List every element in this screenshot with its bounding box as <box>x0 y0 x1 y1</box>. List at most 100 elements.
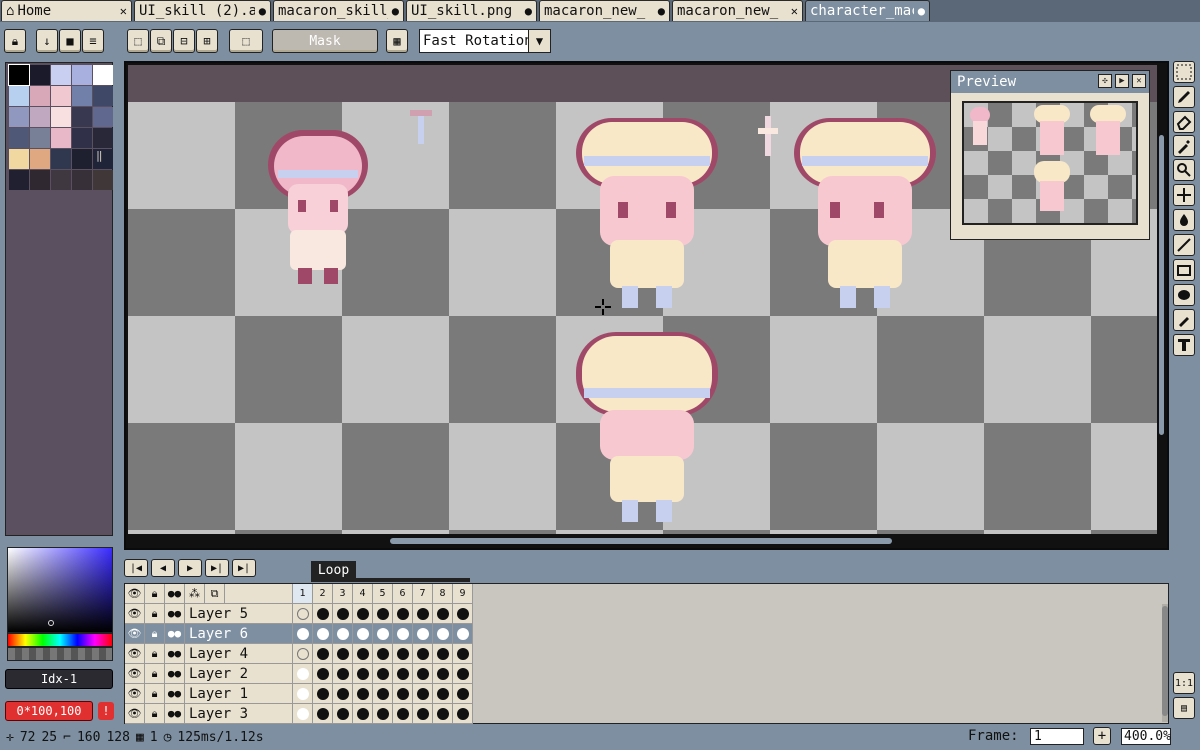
cel[interactable] <box>333 644 353 664</box>
palette-swatch[interactable] <box>9 86 29 106</box>
tab-modified-icon[interactable]: ● <box>259 4 266 18</box>
cel[interactable] <box>433 684 453 704</box>
blur-tool[interactable] <box>1173 309 1195 331</box>
canvas-vertical-scrollbar[interactable] <box>1157 65 1166 546</box>
preview-window[interactable]: Preview ✣ ▶ ✕ <box>950 70 1150 240</box>
cel[interactable] <box>373 624 393 644</box>
cel[interactable] <box>353 604 373 624</box>
frame-header-1[interactable]: 1 <box>293 584 313 604</box>
frame-header-5[interactable]: 5 <box>373 584 393 604</box>
eyedropper-tool[interactable] <box>1173 135 1195 157</box>
cel[interactable] <box>293 604 313 624</box>
eraser-tool[interactable] <box>1173 111 1195 133</box>
cel[interactable] <box>313 664 333 684</box>
tab-7[interactable]: character_mac ● <box>805 0 930 21</box>
cel[interactable] <box>313 604 333 624</box>
cel[interactable] <box>373 664 393 684</box>
cel[interactable] <box>353 664 373 684</box>
preview-close-icon[interactable]: ✕ <box>1132 74 1146 88</box>
continuous-icon[interactable]: ●● <box>165 644 185 664</box>
cel[interactable] <box>333 684 353 704</box>
cel[interactable] <box>413 704 433 724</box>
cel[interactable] <box>293 624 313 644</box>
tab-modified-icon[interactable]: ● <box>658 4 665 18</box>
prev-frame-button[interactable]: ◀ <box>151 559 175 577</box>
layer-row[interactable]: 👁︎ 🔒︎ ●● Layer 1 <box>125 684 473 704</box>
palette-swatch[interactable] <box>9 107 29 127</box>
cel[interactable] <box>313 624 333 644</box>
tab-modified-icon[interactable]: ● <box>392 4 399 18</box>
pixel-perfect-button[interactable]: ⬚ <box>229 29 263 53</box>
cel[interactable] <box>313 704 333 724</box>
tab-close-icon[interactable]: ✕ <box>791 4 798 18</box>
cel[interactable] <box>413 644 433 664</box>
ratio-button[interactable]: 1:1 <box>1173 672 1195 694</box>
eye-icon[interactable]: 👁︎ <box>125 684 145 704</box>
layer-row[interactable]: 👁︎ 🔒︎ ●● Layer 5 <box>125 604 473 624</box>
cel[interactable] <box>313 644 333 664</box>
play-button[interactable]: ▶ <box>178 559 202 577</box>
cel[interactable] <box>393 624 413 644</box>
hue-slider[interactable] <box>7 633 113 647</box>
loop-range-bar[interactable] <box>311 578 470 582</box>
zoom-input[interactable]: 400.0% <box>1121 728 1171 745</box>
timeline-menu-button[interactable]: ▤ <box>1173 697 1195 719</box>
marquee-tool[interactable] <box>1173 61 1195 83</box>
frame-header-8[interactable]: 8 <box>433 584 453 604</box>
cel[interactable] <box>453 664 473 684</box>
cel[interactable] <box>413 684 433 704</box>
cel[interactable] <box>413 604 433 624</box>
paint-bucket-tool[interactable] <box>1173 209 1195 231</box>
eye-icon[interactable]: 👁︎ <box>125 664 145 684</box>
palette-swatch[interactable] <box>72 86 92 106</box>
first-frame-button[interactable]: |◀ <box>124 559 148 577</box>
timeline-scroll-thumb[interactable] <box>1162 606 1168 716</box>
tab-1[interactable]: ⌂ Home ✕ <box>1 0 132 21</box>
mask-button[interactable]: Mask <box>272 29 378 53</box>
cel[interactable] <box>433 624 453 644</box>
cel[interactable] <box>393 684 413 704</box>
preview-canvas[interactable] <box>962 101 1138 225</box>
tab-close-icon[interactable]: ✕ <box>120 4 127 18</box>
layer-row[interactable]: 👁︎ 🔒︎ ●● Layer 3 <box>125 704 473 724</box>
lock-header-icon[interactable]: 🔒︎ <box>145 584 165 604</box>
layer-row[interactable]: 👁︎ 🔒︎ ●● Layer 2 <box>125 664 473 684</box>
preview-title-bar[interactable]: Preview ✣ ▶ ✕ <box>951 71 1149 93</box>
selection-intersect-button[interactable]: ⊞ <box>196 29 218 53</box>
selection-subtract-button[interactable]: ⊟ <box>173 29 195 53</box>
lock-button[interactable]: 🔒︎ <box>4 29 26 53</box>
continuous-icon[interactable]: ●● <box>165 684 185 704</box>
cel[interactable] <box>373 684 393 704</box>
cel[interactable] <box>333 624 353 644</box>
eye-icon[interactable]: 👁︎ <box>125 624 145 644</box>
square-button[interactable]: ■ <box>59 29 81 53</box>
palette-swatch[interactable] <box>9 149 29 169</box>
layer-name[interactable]: Layer 1 <box>185 684 293 704</box>
palette-swatch[interactable] <box>51 107 71 127</box>
cel[interactable] <box>293 684 313 704</box>
palette-swatch[interactable] <box>93 86 113 106</box>
cel[interactable] <box>433 644 453 664</box>
frame-input[interactable]: 1 <box>1030 728 1084 745</box>
grid-button[interactable]: ▦ <box>386 29 408 53</box>
color-value-display[interactable]: 0*100,100 <box>5 701 93 721</box>
frame-header-3[interactable]: 3 <box>333 584 353 604</box>
link-header-icon[interactable]: ⧉ <box>205 584 225 604</box>
continuous-icon[interactable]: ●● <box>165 704 185 724</box>
palette-swatch[interactable] <box>8 64 30 86</box>
preview-center-icon[interactable]: ✣ <box>1098 74 1112 88</box>
timeline-vertical-scrollbar[interactable] <box>1162 604 1168 722</box>
cel[interactable] <box>353 624 373 644</box>
cel[interactable] <box>433 664 453 684</box>
tab-modified-icon[interactable]: ● <box>918 4 925 18</box>
cel[interactable] <box>333 704 353 724</box>
loop-tag[interactable]: Loop <box>311 561 356 579</box>
frame-header-9[interactable]: 9 <box>453 584 473 604</box>
cel[interactable] <box>393 664 413 684</box>
eye-icon[interactable]: 👁︎ <box>125 704 145 724</box>
cel[interactable] <box>293 644 313 664</box>
visibility-header-icon[interactable]: 👁︎ <box>125 584 145 604</box>
layer-name[interactable]: Layer 4 <box>185 644 293 664</box>
palette-more-indicator[interactable]: ‖ <box>96 149 103 162</box>
color-saturation-field[interactable] <box>7 547 113 633</box>
